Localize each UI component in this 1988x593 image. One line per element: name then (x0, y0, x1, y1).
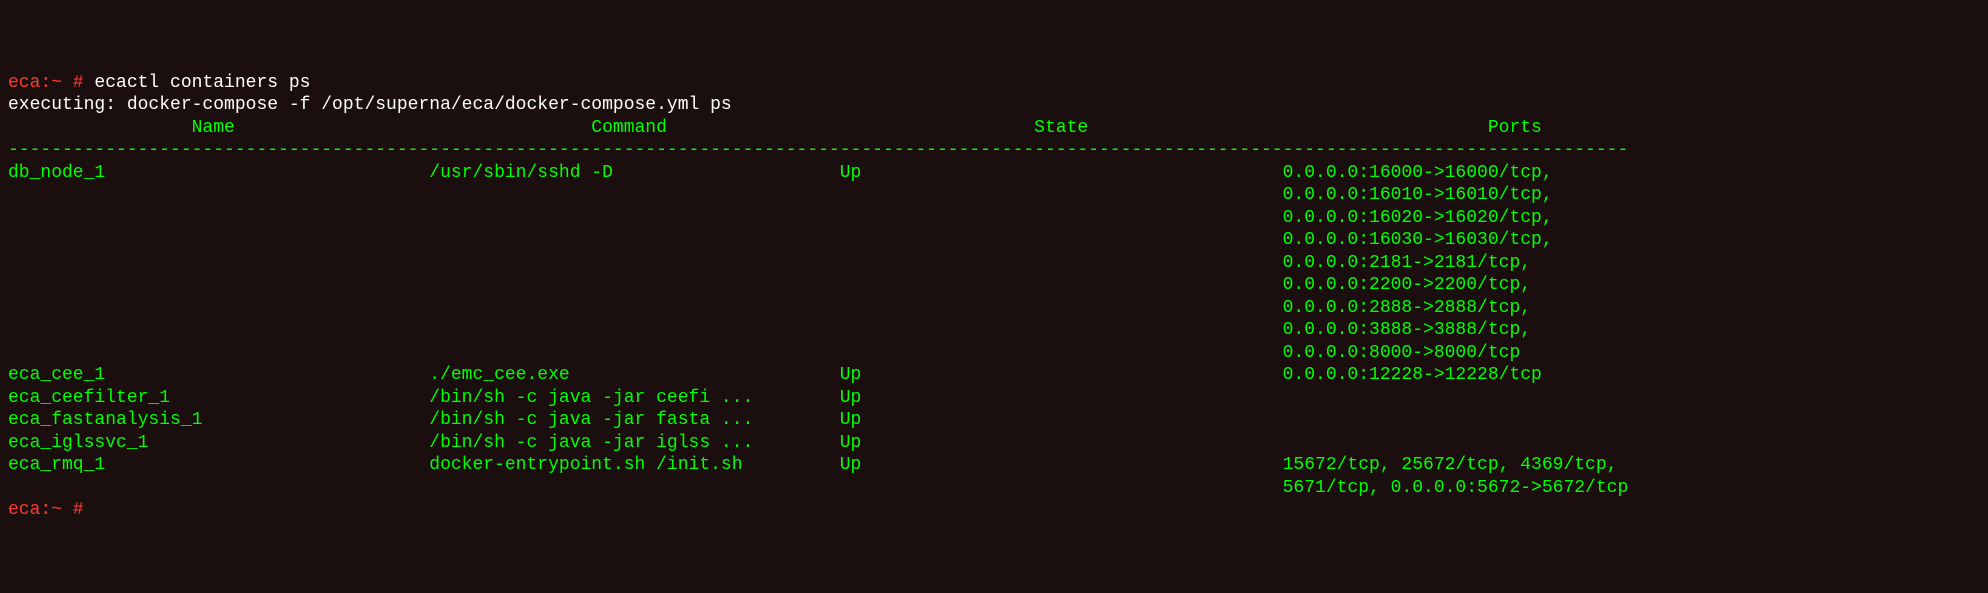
executing-line: executing: docker-compose -f /opt/supern… (8, 95, 732, 115)
table-row-cont: 0.0.0.0:8000->8000/tcp (8, 343, 1520, 363)
shell-prompt[interactable]: eca:~ # (8, 500, 94, 520)
table-row: eca_cee_1 ./emc_cee.exe Up 0.0.0.0:12228… (8, 365, 1542, 385)
typed-command[interactable]: ecactl containers ps (94, 73, 310, 93)
table-row: eca_ceefilter_1 /bin/sh -c java -jar cee… (8, 388, 1283, 408)
table-row: eca_fastanalysis_1 /bin/sh -c java -jar … (8, 410, 1283, 430)
table-row-cont: 0.0.0.0:3888->3888/tcp, (8, 320, 1531, 340)
table-row: eca_iglssvc_1 /bin/sh -c java -jar iglss… (8, 433, 1283, 453)
table-row-cont: 0.0.0.0:2181->2181/tcp, (8, 253, 1531, 273)
table-row-cont: 0.0.0.0:16030->16030/tcp, (8, 230, 1553, 250)
table-row-cont: 0.0.0.0:2200->2200/tcp, (8, 275, 1531, 295)
shell-prompt: eca:~ # (8, 73, 94, 93)
table-row-cont: 0.0.0.0:16020->16020/tcp, (8, 208, 1553, 228)
terminal-output: eca:~ # ecactl containers ps executing: … (8, 73, 1628, 521)
table-header: Name Command State Ports (8, 118, 1542, 138)
table-row-cont: 0.0.0.0:16010->16010/tcp, (8, 185, 1553, 205)
table-row-cont: 0.0.0.0:2888->2888/tcp, (8, 298, 1531, 318)
table-row: eca_rmq_1 docker-entrypoint.sh /init.sh … (8, 455, 1617, 475)
table-row: db_node_1 /usr/sbin/sshd -D Up 0.0.0.0:1… (8, 163, 1553, 183)
table-row-cont: 5671/tcp, 0.0.0.0:5672->5672/tcp (8, 478, 1628, 498)
table-divider: ----------------------------------------… (8, 140, 1628, 160)
